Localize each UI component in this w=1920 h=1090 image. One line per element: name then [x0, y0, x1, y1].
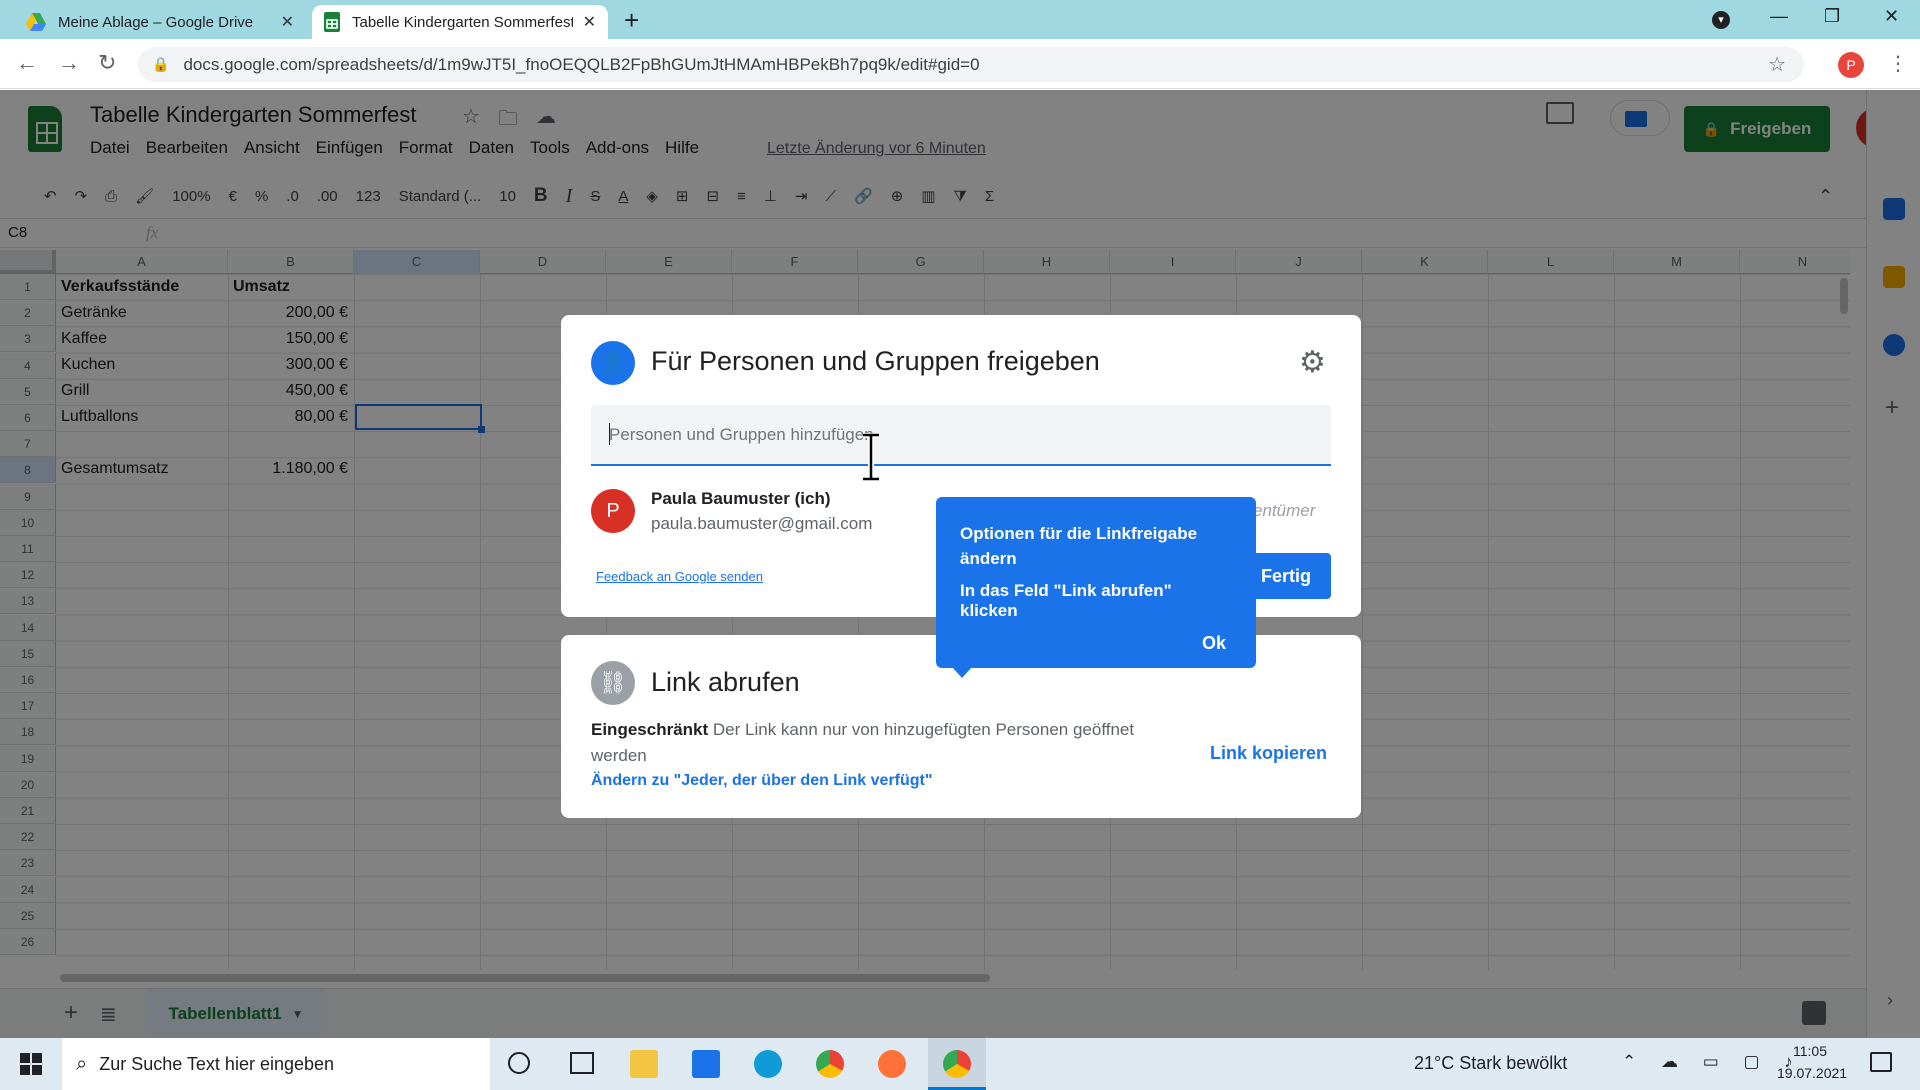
lock-icon: 🔒	[152, 56, 170, 72]
system-tray-icons[interactable]: ⌃ ☁ ▭ ▢ ♪	[1622, 1052, 1803, 1072]
gear-icon[interactable]: ⚙	[1299, 345, 1326, 380]
close-tab-icon[interactable]: ✕	[281, 12, 294, 32]
link-icon: ⛓	[591, 661, 635, 705]
windows-taskbar: ⌕ Zur Suche Text hier eingeben 21°C Star…	[0, 1038, 1920, 1090]
change-link-access-link[interactable]: Ändern zu "Jeder, der über den Link verf…	[591, 772, 932, 790]
address-bar[interactable]: 🔒 docs.google.com/spreadsheets/d/1m9wJT5…	[138, 47, 1804, 82]
task-view-icon[interactable]	[570, 1052, 594, 1074]
chrome-icon[interactable]	[816, 1050, 844, 1078]
tooltip-ok-button[interactable]: Ok	[1202, 633, 1226, 654]
close-window-icon[interactable]: ✕	[1884, 6, 1899, 27]
profile-avatar[interactable]: P	[1838, 52, 1864, 78]
notification-icon[interactable]	[1870, 1052, 1892, 1072]
owner-name: Paula Baumuster (ich)	[651, 489, 831, 508]
link-description: Eingeschränkt Der Link kann nur von hinz…	[591, 717, 1181, 769]
restriction-label: Eingeschränkt	[591, 720, 709, 739]
tab-google-drive[interactable]: Meine Ablage – Google Drive ✕	[14, 5, 306, 39]
text-cursor-icon	[863, 433, 879, 481]
tab-title: Meine Ablage – Google Drive	[58, 13, 254, 31]
media-control-icon[interactable]: ▾	[1712, 11, 1730, 29]
tooltip-body: In das Feld "Link abrufen" klicken	[960, 581, 1172, 620]
file-explorer-icon[interactable]	[630, 1050, 658, 1078]
tooltip-arrow	[952, 667, 972, 678]
firefox-icon[interactable]	[878, 1050, 906, 1078]
search-icon: ⌕	[76, 1052, 88, 1075]
tab-sheets[interactable]: Tabelle Kindergarten Sommerfest ✕	[312, 5, 608, 39]
cortana-icon[interactable]	[508, 1052, 530, 1074]
browser-tab-strip: Meine Ablage – Google Drive ✕ Tabelle Ki…	[0, 0, 1920, 39]
edge-icon[interactable]	[754, 1050, 782, 1078]
clock-date[interactable]: 19.07.2021	[1777, 1065, 1847, 1081]
bookmark-star-icon[interactable]: ☆	[1768, 52, 1786, 77]
browser-toolbar: ← → ↻ 🔒 docs.google.com/spreadsheets/d/1…	[0, 39, 1920, 89]
add-person-icon: 👤	[591, 341, 635, 385]
url-text: docs.google.com/spreadsheets/d/1m9wJT5I_…	[183, 54, 980, 74]
forward-icon[interactable]: →	[58, 50, 80, 76]
active-chrome-window[interactable]	[928, 1038, 986, 1090]
taskbar-search-placeholder: Zur Suche Text hier eingeben	[99, 1053, 335, 1074]
google-drive-icon	[26, 13, 46, 31]
feedback-link[interactable]: Feedback an Google senden	[596, 569, 763, 584]
text-caret	[609, 423, 610, 445]
google-sheets-icon	[324, 12, 340, 32]
taskbar-search[interactable]: ⌕ Zur Suche Text hier eingeben	[62, 1038, 490, 1090]
tab-title: Tabelle Kindergarten Sommerfest	[352, 13, 573, 31]
back-icon[interactable]: ←	[16, 50, 38, 76]
share-dialog-title: Für Personen und Gruppen freigeben	[651, 346, 1100, 376]
chrome-profile-icon	[943, 1050, 971, 1078]
owner-role: entümer	[1253, 501, 1316, 520]
browser-menu-icon[interactable]: ⋮	[1888, 51, 1908, 76]
mail-icon[interactable]	[692, 1050, 720, 1078]
people-input[interactable]	[591, 405, 1331, 466]
link-sharing-tooltip: Optionen für die Linkfreigabe ändern In …	[936, 497, 1256, 668]
owner-avatar: P	[591, 489, 635, 533]
restore-icon[interactable]: ❐	[1824, 6, 1840, 27]
new-tab-button[interactable]: +	[624, 6, 639, 34]
windows-start-icon[interactable]	[20, 1053, 42, 1075]
get-link-title: Link abrufen	[651, 667, 800, 697]
minimize-icon[interactable]: —	[1770, 6, 1788, 27]
owner-email: paula.baumuster@gmail.com	[651, 514, 873, 533]
copy-link-button[interactable]: Link kopieren	[1210, 743, 1327, 764]
reload-icon[interactable]: ↻	[98, 50, 116, 76]
close-tab-icon[interactable]: ✕	[583, 12, 596, 32]
tooltip-title: Optionen für die Linkfreigabe ändern	[960, 524, 1198, 568]
clock-time[interactable]: 11:05	[1793, 1043, 1827, 1059]
weather-widget[interactable]: 21°C Stark bewölkt	[1414, 1053, 1567, 1074]
